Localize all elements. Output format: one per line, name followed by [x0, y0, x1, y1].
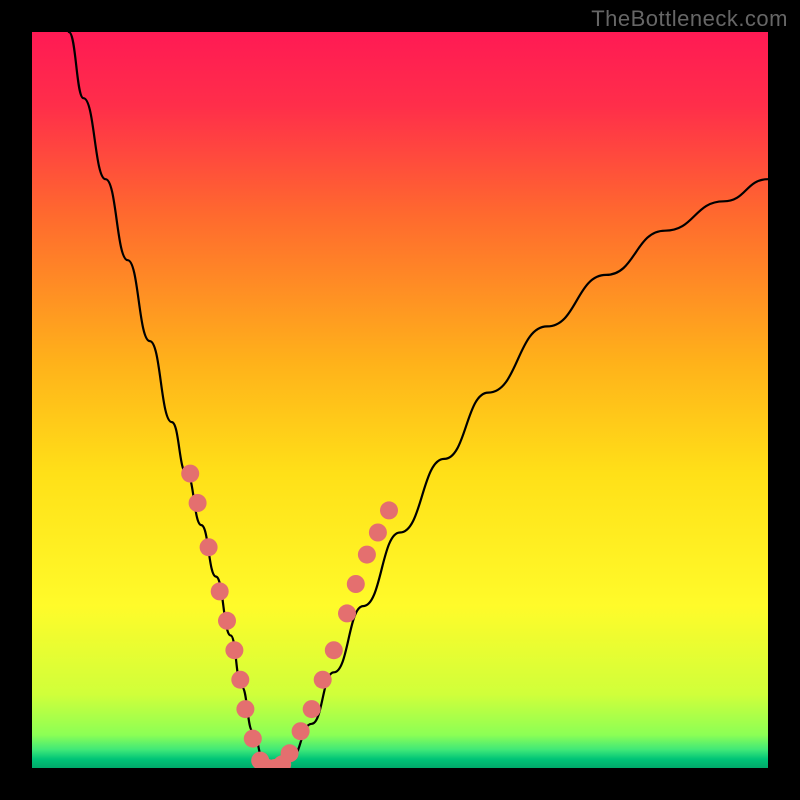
gradient-background: [32, 32, 768, 768]
scatter-dot: [347, 575, 365, 593]
scatter-dot: [281, 744, 299, 762]
scatter-dot: [314, 671, 332, 689]
scatter-dot: [244, 730, 262, 748]
scatter-dot: [358, 546, 376, 564]
chart-canvas: [32, 32, 768, 768]
scatter-dot: [236, 700, 254, 718]
scatter-dot: [181, 465, 199, 483]
scatter-dot: [189, 494, 207, 512]
scatter-dot: [338, 604, 356, 622]
scatter-dot: [225, 641, 243, 659]
scatter-dot: [211, 582, 229, 600]
watermark-text: TheBottleneck.com: [591, 6, 788, 32]
scatter-dot: [303, 700, 321, 718]
scatter-dot: [231, 671, 249, 689]
scatter-dot: [200, 538, 218, 556]
scatter-dot: [292, 722, 310, 740]
plot-frame: [32, 32, 768, 768]
scatter-dot: [325, 641, 343, 659]
scatter-dot: [218, 612, 236, 630]
scatter-dot: [369, 524, 387, 542]
scatter-dot: [380, 501, 398, 519]
